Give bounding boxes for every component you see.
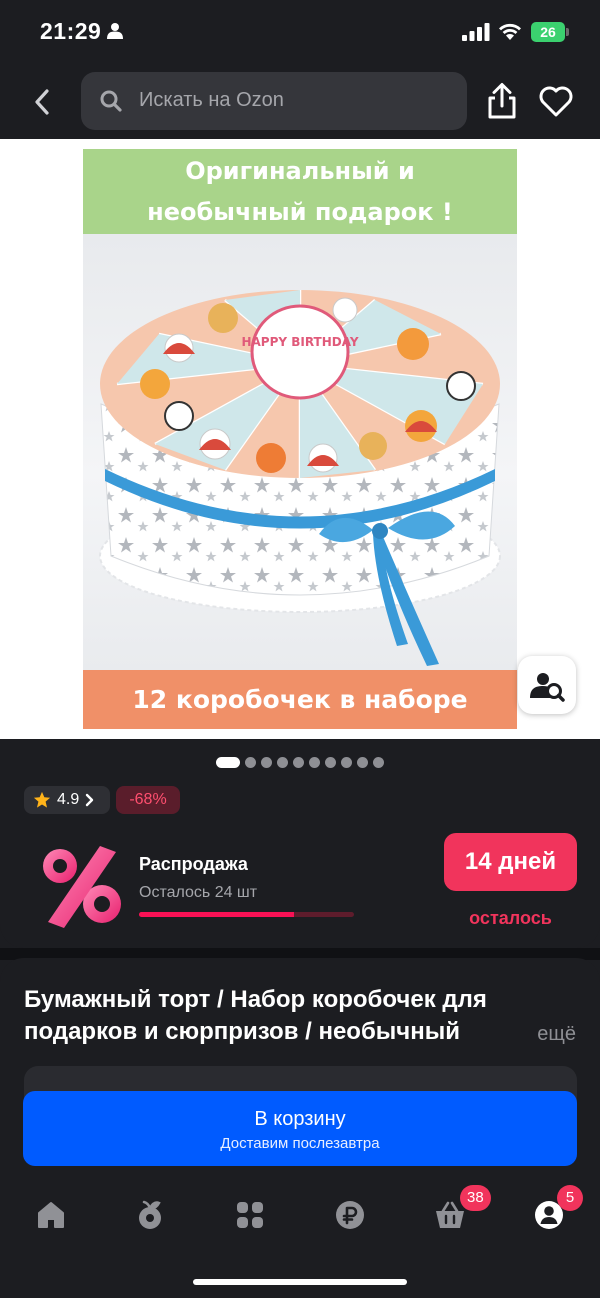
top-bar: Искать на Ozon xyxy=(0,64,600,140)
photo-banner-top: Оригинальный и необычный подарок ! xyxy=(83,149,517,234)
battery-tip xyxy=(566,28,569,36)
gallery-dot[interactable] xyxy=(325,756,336,768)
gallery-dot[interactable] xyxy=(216,756,240,768)
cellular-signal-icon xyxy=(462,23,490,46)
chevron-right-icon xyxy=(86,793,94,807)
status-bar: 21:29 26 xyxy=(0,0,600,64)
days-left-caption: осталось xyxy=(469,908,552,928)
grid-icon xyxy=(237,1202,263,1228)
status-time: 21:29 xyxy=(40,18,102,44)
nav-home[interactable] xyxy=(31,1195,71,1235)
gallery-dot[interactable] xyxy=(357,756,368,768)
search-placeholder: Искать на Ozon xyxy=(139,89,284,111)
product-photo: Оригинальный и необычный подарок ! HAPPY… xyxy=(83,149,517,729)
cake-topper-text: HAPPY BIRTHDAY xyxy=(241,335,358,349)
paper-cake-illustration: HAPPY BIRTHDAY xyxy=(83,234,517,670)
sale-block: Распродажа Осталось 24 шт 14 дней остало… xyxy=(0,826,600,948)
gallery-pagination[interactable] xyxy=(0,755,600,769)
discount-badge: -68% xyxy=(116,786,180,814)
sale-progress-fill xyxy=(139,912,294,917)
cart-count-badge: 38 xyxy=(460,1185,491,1211)
bottom-navigation: 38 5 xyxy=(0,1185,600,1245)
chevron-left-icon xyxy=(35,89,49,115)
favorite-button[interactable] xyxy=(538,84,576,120)
gallery-dot[interactable] xyxy=(309,756,320,768)
fruit-icon xyxy=(139,1200,161,1229)
battery-level: 26 xyxy=(531,22,565,42)
heart-icon xyxy=(539,86,573,117)
product-title: Бумажный торт / Набор коробочек для пода… xyxy=(24,986,487,1045)
person-icon xyxy=(107,22,123,44)
search-icon xyxy=(99,89,123,118)
nav-catalog[interactable] xyxy=(230,1195,270,1235)
search-input[interactable]: Искать на Ozon xyxy=(81,72,467,130)
nav-finance[interactable] xyxy=(330,1195,370,1235)
gallery-dot[interactable] xyxy=(245,756,256,768)
rating-chip[interactable]: 4.9 xyxy=(24,786,110,814)
sale-progress-bar xyxy=(139,912,354,917)
wifi-icon xyxy=(497,21,523,46)
back-button[interactable] xyxy=(28,86,56,118)
sale-remaining-count: Осталось 24 шт xyxy=(139,884,258,901)
delivery-sublabel: Доставим послезавтра xyxy=(220,1135,380,1152)
nav-cart[interactable]: 38 xyxy=(430,1185,491,1235)
gallery-dot[interactable] xyxy=(373,756,384,768)
product-image-carousel[interactable]: Оригинальный и необычный подарок ! HAPPY… xyxy=(0,139,600,739)
expand-title-link[interactable]: ещё xyxy=(507,1020,576,1048)
camera-search-icon xyxy=(530,673,565,702)
star-icon xyxy=(33,791,51,808)
photo-banner-bottom: 12 коробочек в наборе xyxy=(83,670,517,729)
days-left-badge: 14 дней xyxy=(444,833,577,891)
nav-fresh[interactable] xyxy=(130,1195,170,1235)
sale-title: Распродажа xyxy=(139,854,248,874)
percent-icon xyxy=(43,846,121,928)
visual-search-button[interactable] xyxy=(518,656,576,714)
home-indicator xyxy=(193,1279,407,1285)
profile-notification-badge: 5 xyxy=(557,1185,583,1211)
gallery-dot[interactable] xyxy=(341,756,352,768)
rating-value: 4.9 xyxy=(57,791,80,808)
gallery-dot[interactable] xyxy=(277,756,288,768)
add-to-cart-label: В корзину xyxy=(254,1108,346,1130)
home-icon xyxy=(38,1202,64,1228)
gallery-dot[interactable] xyxy=(293,756,304,768)
nav-profile[interactable]: 5 xyxy=(529,1185,583,1235)
ruble-icon xyxy=(336,1201,364,1229)
gallery-dot[interactable] xyxy=(261,756,272,768)
battery-icon: 26 xyxy=(531,22,569,42)
share-icon xyxy=(488,83,516,119)
share-button[interactable] xyxy=(485,82,519,120)
add-to-cart-button[interactable]: В корзину Доставим послезавтра xyxy=(23,1091,577,1166)
